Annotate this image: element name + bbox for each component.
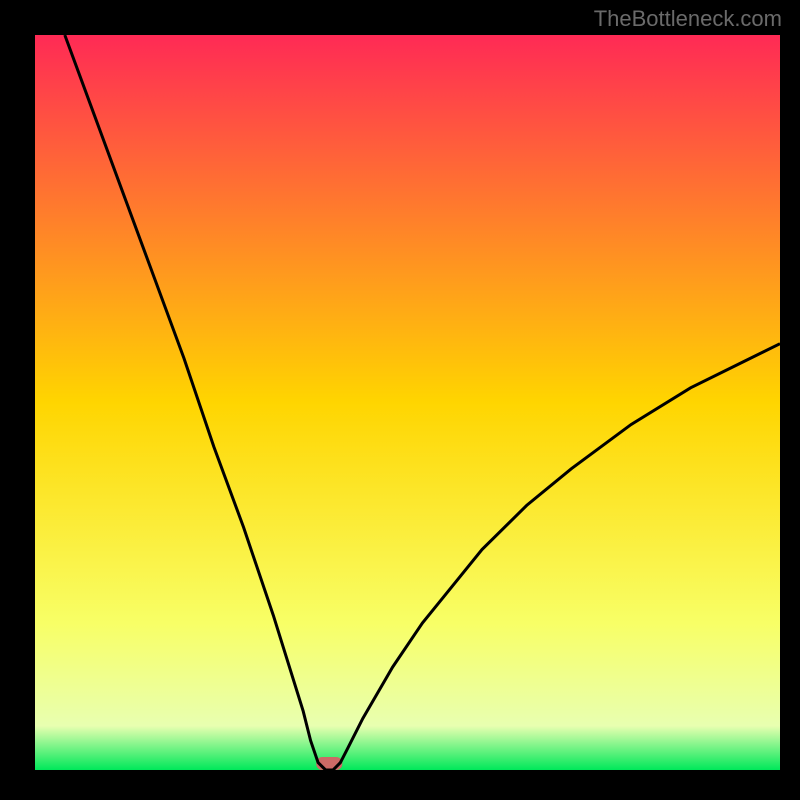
bottleneck-chart: TheBottleneck.com [0,0,800,800]
left-border [0,0,35,800]
chart-svg [0,0,800,800]
bottom-border [0,770,800,800]
watermark-text: TheBottleneck.com [594,6,782,32]
